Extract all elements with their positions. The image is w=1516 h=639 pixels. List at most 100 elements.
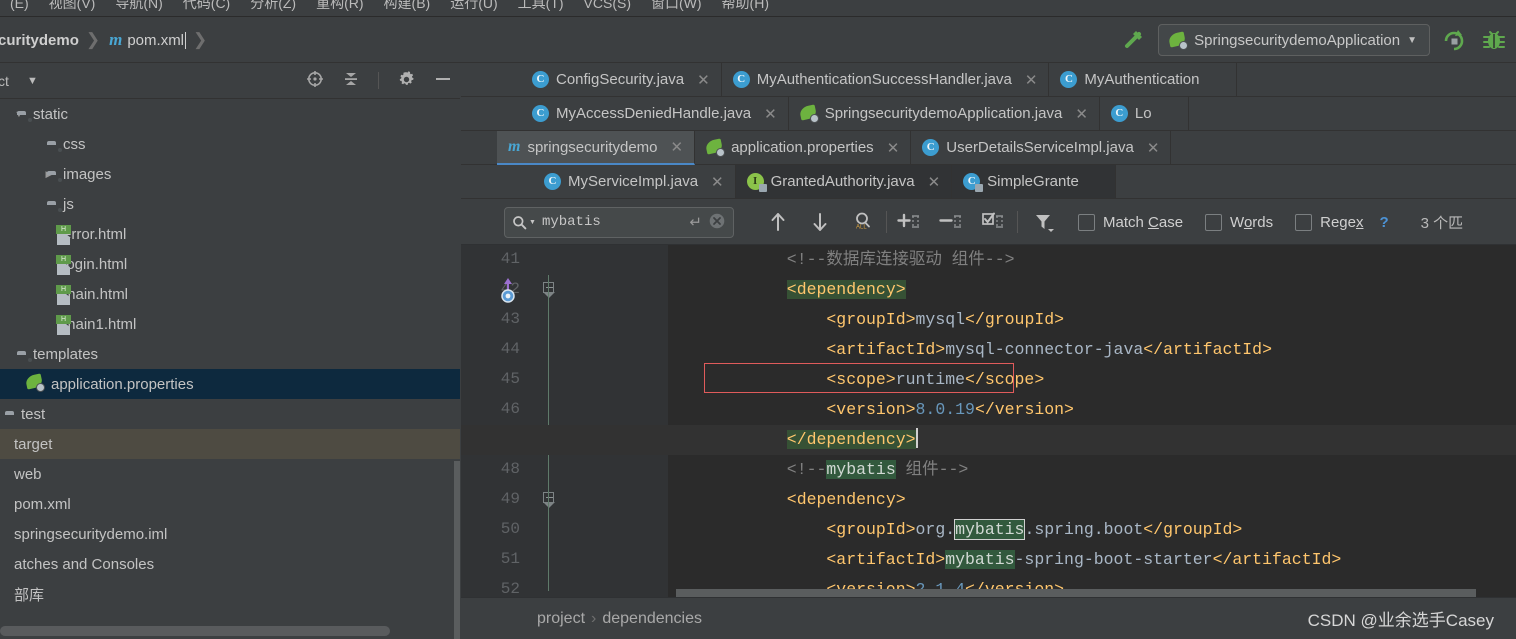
- code-line[interactable]: <!--数据库连接驱动 组件-->: [461, 245, 1516, 275]
- tree-item[interactable]: static: [0, 99, 460, 129]
- search-icon[interactable]: ▼: [512, 215, 536, 230]
- run-configuration-selector[interactable]: SpringsecuritydemoApplication ▼: [1158, 24, 1430, 56]
- find-all-icon[interactable]: ALL: [852, 200, 876, 245]
- code-line[interactable]: </dependency>: [461, 425, 1516, 455]
- tree-item[interactable]: springsecuritydemo.iml: [0, 519, 460, 549]
- close-icon[interactable]: ✕: [671, 138, 684, 156]
- tree-item[interactable]: application.properties: [0, 369, 460, 399]
- find-next-button[interactable]: [810, 200, 830, 245]
- close-icon[interactable]: ✕: [1075, 105, 1088, 123]
- find-option-regex[interactable]: Regex: [1295, 213, 1363, 231]
- code-line[interactable]: <dependency>: [461, 485, 1516, 515]
- tree-item[interactable]: web: [0, 459, 460, 489]
- close-icon[interactable]: ✕: [764, 105, 777, 123]
- chevron-down-icon[interactable]: ▼: [529, 219, 536, 226]
- tree-item[interactable]: Herror.html: [0, 219, 460, 249]
- tree-item[interactable]: css: [0, 129, 460, 159]
- xml-breadcrumb[interactable]: project › dependencies: [537, 610, 702, 628]
- find-option-match-case[interactable]: Match Case: [1078, 213, 1183, 231]
- code-line[interactable]: <version>8.0.19</version>: [461, 395, 1516, 425]
- xml-breadcrumb-item[interactable]: dependencies: [602, 610, 702, 627]
- menu-item-5[interactable]: 重构(R): [306, 0, 373, 12]
- editor-tab[interactable]: CLo✕: [1099, 97, 1190, 131]
- chevron-down-icon[interactable]: ▼: [1407, 35, 1417, 46]
- find-help-icon[interactable]: ?: [1379, 214, 1388, 231]
- editor-tab[interactable]: application.properties ✕: [695, 131, 912, 165]
- close-icon[interactable]: ✕: [697, 71, 710, 89]
- project-horizontal-scrollbar[interactable]: [0, 626, 390, 636]
- tree-item[interactable]: 部库: [0, 579, 460, 609]
- close-icon[interactable]: ✕: [1025, 71, 1038, 89]
- checkbox[interactable]: [1078, 213, 1095, 231]
- tree-item[interactable]: images: [0, 159, 460, 189]
- editor-tab[interactable]: C MyServiceImpl.java ✕: [533, 165, 736, 199]
- editor-tab[interactable]: SpringsecuritydemoApplication.java ✕: [788, 97, 1100, 131]
- tree-item[interactable]: Hmain1.html: [0, 309, 460, 339]
- xml-breadcrumb-item[interactable]: project: [537, 610, 585, 627]
- remove-selection-icon[interactable]: [939, 200, 965, 245]
- chevron-down-icon[interactable]: ▼: [27, 75, 38, 87]
- find-option-words[interactable]: Words: [1205, 213, 1273, 231]
- close-icon[interactable]: ✕: [1147, 139, 1160, 157]
- menu-item-0[interactable]: (E): [0, 0, 39, 12]
- editor-tab[interactable]: C UserDetailsServiceImpl.java ✕: [911, 131, 1172, 165]
- build-hammer-icon[interactable]: [1118, 24, 1150, 56]
- checkbox[interactable]: [1295, 213, 1313, 231]
- menu-item-6[interactable]: 构建(B): [374, 0, 441, 12]
- editor-tab[interactable]: C MyAccessDeniedHandle.java ✕: [521, 97, 789, 131]
- menu-item-11[interactable]: 帮助(H): [712, 0, 779, 12]
- clear-x-icon[interactable]: [708, 212, 726, 233]
- tree-item[interactable]: atches and Consoles: [0, 549, 460, 579]
- menu-item-4[interactable]: 分析(Z): [240, 0, 306, 12]
- menu-item-10[interactable]: 窗口(W): [641, 0, 712, 12]
- locate-target-icon[interactable]: [306, 70, 324, 91]
- project-file-tree[interactable]: staticcssimagesjsHerror.htmlHlogin.htmlH…: [0, 99, 460, 619]
- code-line[interactable]: <!--mybatis 组件-->: [461, 455, 1516, 485]
- editor-horizontal-scrollbar[interactable]: [676, 589, 1476, 597]
- editor-tab[interactable]: m springsecuritydemo ✕: [497, 131, 696, 165]
- menu-item-9[interactable]: VCS(S): [574, 0, 641, 12]
- editor-tab[interactable]: I GrantedAuthority.java ✕: [735, 165, 953, 199]
- code-editor[interactable]: 41424344454647484950515253 <!--数据库连接驱动 组…: [461, 245, 1516, 597]
- find-previous-button[interactable]: [768, 200, 788, 245]
- code-line[interactable]: <artifactId>mysql-connector-java</artifa…: [461, 335, 1516, 365]
- tree-item[interactable]: test: [0, 399, 460, 429]
- close-icon[interactable]: ✕: [928, 173, 941, 191]
- rerun-icon[interactable]: [1438, 24, 1470, 56]
- checkbox[interactable]: [1205, 213, 1223, 231]
- breadcrumb-item-1[interactable]: m pom.xml: [103, 17, 190, 63]
- editor-tab[interactable]: CSimpleGrante✕: [952, 165, 1117, 199]
- gear-icon[interactable]: [397, 70, 416, 92]
- code-line[interactable]: <dependency>: [461, 275, 1516, 305]
- tree-item[interactable]: js: [0, 189, 460, 219]
- tree-item[interactable]: target: [0, 429, 460, 459]
- editor-tab[interactable]: C ConfigSecurity.java ✕: [521, 63, 722, 97]
- code-line[interactable]: <artifactId>mybatis-spring-boot-starter<…: [461, 545, 1516, 575]
- menu-item-2[interactable]: 导航(N): [105, 0, 172, 12]
- menu-item-3[interactable]: 代码(C): [173, 0, 240, 12]
- code-line[interactable]: <groupId>mysql</groupId>: [461, 305, 1516, 335]
- enter-return-icon[interactable]: ↵: [689, 213, 702, 231]
- tree-item[interactable]: templates: [0, 339, 460, 369]
- menu-item-1[interactable]: 视图(V): [39, 0, 106, 12]
- filter-icon[interactable]: [1032, 200, 1056, 245]
- code-token: </dependency>: [786, 430, 916, 449]
- menu-item-7[interactable]: 运行(U): [440, 0, 507, 12]
- select-all-occurrences-icon[interactable]: [981, 200, 1007, 245]
- add-selection-icon[interactable]: [897, 200, 923, 245]
- tree-item[interactable]: Hlogin.html: [0, 249, 460, 279]
- tree-item[interactable]: Hmain.html: [0, 279, 460, 309]
- editor-tab[interactable]: CMyAuthentication✕: [1049, 63, 1238, 97]
- editor-tab[interactable]: C MyAuthenticationSuccessHandler.java ✕: [721, 63, 1050, 97]
- collapse-all-icon[interactable]: [342, 70, 360, 91]
- menu-item-8[interactable]: 工具(T): [508, 0, 574, 12]
- breadcrumb-item-0[interactable]: curitydemo: [0, 17, 83, 63]
- code-line[interactable]: <groupId>org.mybatis.spring.boot</groupI…: [461, 515, 1516, 545]
- debug-bug-icon[interactable]: [1478, 24, 1510, 56]
- search-input[interactable]: ▼ mybatis ↵: [504, 206, 734, 238]
- close-icon[interactable]: ✕: [711, 173, 724, 191]
- project-vertical-scrollbar[interactable]: [454, 461, 460, 639]
- hide-minus-icon[interactable]: [434, 70, 452, 91]
- close-icon[interactable]: ✕: [887, 139, 900, 157]
- tree-item[interactable]: pom.xml: [0, 489, 460, 519]
